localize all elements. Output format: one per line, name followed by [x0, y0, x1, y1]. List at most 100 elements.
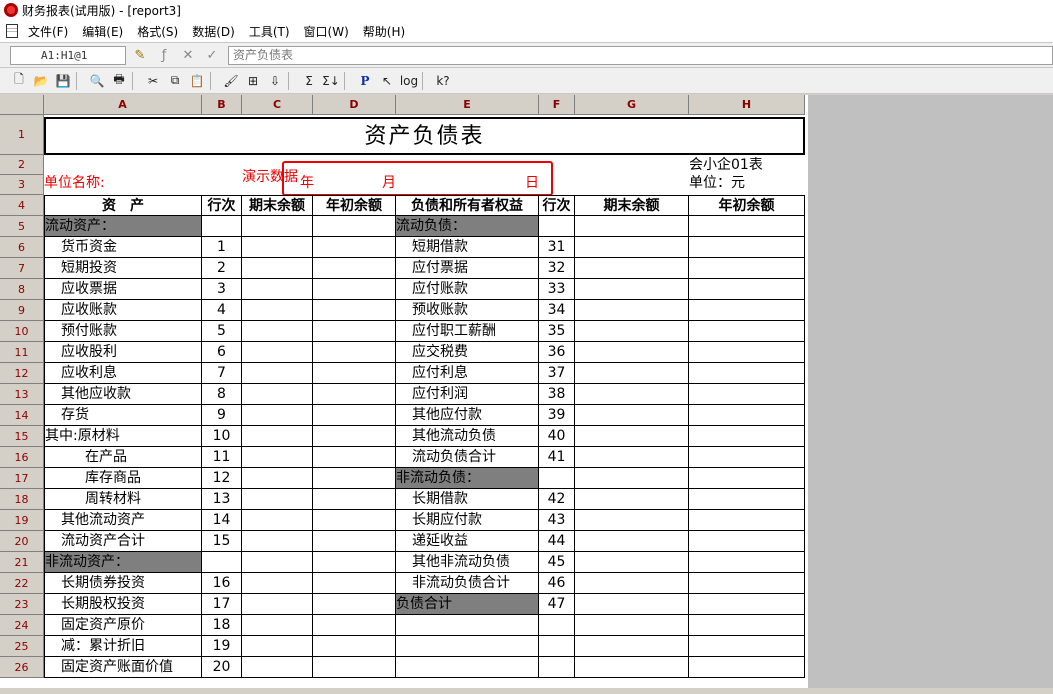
asset-end-balance[interactable]	[242, 321, 313, 342]
row-header-5[interactable]: 5	[0, 216, 44, 237]
asset-begin-balance[interactable]	[313, 552, 396, 573]
column-header-e[interactable]: E	[396, 95, 539, 115]
row-header-13[interactable]: 13	[0, 384, 44, 405]
sort-icon[interactable]: ⇩	[264, 70, 286, 92]
save-icon[interactable]: 💾	[52, 70, 74, 92]
column-header-g[interactable]: G	[575, 95, 689, 115]
asset-end-balance[interactable]	[242, 405, 313, 426]
asset-end-balance[interactable]	[242, 636, 313, 657]
asset-begin-balance[interactable]	[313, 573, 396, 594]
liability-end-balance[interactable]	[575, 300, 689, 321]
liability-begin-balance[interactable]	[689, 384, 805, 405]
liability-begin-balance[interactable]	[689, 594, 805, 615]
row-header-26[interactable]: 26	[0, 657, 44, 678]
liability-end-balance[interactable]	[575, 615, 689, 636]
liability-end-balance[interactable]	[575, 279, 689, 300]
liability-end-balance[interactable]	[575, 237, 689, 258]
row-header-8[interactable]: 8	[0, 279, 44, 300]
asset-begin-balance[interactable]	[313, 384, 396, 405]
log-button[interactable]: log	[398, 70, 420, 92]
column-header-f[interactable]: F	[539, 95, 575, 115]
asset-end-balance[interactable]	[242, 216, 313, 237]
row-header-18[interactable]: 18	[0, 489, 44, 510]
row-header-17[interactable]: 17	[0, 468, 44, 489]
asset-end-balance[interactable]	[242, 510, 313, 531]
liability-begin-balance[interactable]	[689, 426, 805, 447]
asset-end-balance[interactable]	[242, 363, 313, 384]
liability-end-balance[interactable]	[575, 489, 689, 510]
asset-end-balance[interactable]	[242, 300, 313, 321]
asset-end-balance[interactable]	[242, 468, 313, 489]
liability-end-balance[interactable]	[575, 531, 689, 552]
row-header-22[interactable]: 22	[0, 573, 44, 594]
row-header-23[interactable]: 23	[0, 594, 44, 615]
liability-begin-balance[interactable]	[689, 363, 805, 384]
asset-begin-balance[interactable]	[313, 510, 396, 531]
asset-begin-balance[interactable]	[313, 321, 396, 342]
menu-data[interactable]: 数据(D)	[192, 23, 235, 40]
liability-end-balance[interactable]	[575, 468, 689, 489]
new-file-icon[interactable]: 🗋	[8, 70, 30, 92]
row-header-24[interactable]: 24	[0, 615, 44, 636]
asset-begin-balance[interactable]	[313, 594, 396, 615]
asset-end-balance[interactable]	[242, 531, 313, 552]
menu-window[interactable]: 窗口(W)	[304, 23, 349, 40]
asset-end-balance[interactable]	[242, 615, 313, 636]
sheet-tab-bar[interactable]	[0, 688, 1053, 694]
liability-begin-balance[interactable]	[689, 531, 805, 552]
liability-end-balance[interactable]	[575, 447, 689, 468]
print-preview-icon[interactable]: 🔍	[86, 70, 108, 92]
asset-end-balance[interactable]	[242, 552, 313, 573]
asset-end-balance[interactable]	[242, 384, 313, 405]
row-header-10[interactable]: 10	[0, 321, 44, 342]
asset-end-balance[interactable]	[242, 447, 313, 468]
document-icon[interactable]	[6, 24, 18, 38]
row-header-25[interactable]: 25	[0, 636, 44, 657]
copy-icon[interactable]: ⧉	[164, 70, 186, 92]
row-header-7[interactable]: 7	[0, 258, 44, 279]
asset-begin-balance[interactable]	[313, 258, 396, 279]
asset-begin-balance[interactable]	[313, 363, 396, 384]
confirm-icon[interactable]: ✓	[202, 45, 222, 65]
row-header-16[interactable]: 16	[0, 447, 44, 468]
liability-begin-balance[interactable]	[689, 447, 805, 468]
liability-begin-balance[interactable]	[689, 552, 805, 573]
cell-reference-box[interactable]: A1:H1@1	[10, 45, 126, 65]
asset-begin-balance[interactable]	[313, 657, 396, 678]
asset-begin-balance[interactable]	[313, 216, 396, 237]
liability-end-balance[interactable]	[575, 321, 689, 342]
liability-begin-balance[interactable]	[689, 510, 805, 531]
liability-end-balance[interactable]	[575, 342, 689, 363]
asset-begin-balance[interactable]	[313, 237, 396, 258]
liability-begin-balance[interactable]	[689, 489, 805, 510]
liability-begin-balance[interactable]	[689, 405, 805, 426]
sum-down-icon[interactable]: Σ↓	[320, 70, 342, 92]
asset-end-balance[interactable]	[242, 237, 313, 258]
formula-input[interactable]: 资产负债表	[228, 45, 1053, 65]
row-header-1[interactable]: 1	[0, 115, 44, 155]
asset-begin-balance[interactable]	[313, 300, 396, 321]
corner-select-all[interactable]	[0, 95, 44, 115]
liability-end-balance[interactable]	[575, 573, 689, 594]
liability-end-balance[interactable]	[575, 510, 689, 531]
asset-end-balance[interactable]	[242, 594, 313, 615]
asset-end-balance[interactable]	[242, 258, 313, 279]
menu-edit[interactable]: 编辑(E)	[82, 23, 123, 40]
asset-begin-balance[interactable]	[313, 531, 396, 552]
edit-pencil-icon[interactable]: ✎	[130, 45, 150, 65]
function-icon[interactable]: ƒ	[154, 45, 174, 65]
asset-begin-balance[interactable]	[313, 426, 396, 447]
asset-end-balance[interactable]	[242, 426, 313, 447]
asset-begin-balance[interactable]	[313, 279, 396, 300]
asset-begin-balance[interactable]	[313, 489, 396, 510]
liability-end-balance[interactable]	[575, 636, 689, 657]
row-header-2[interactable]: 2	[0, 155, 44, 175]
liability-end-balance[interactable]	[575, 426, 689, 447]
format-painter-icon[interactable]: 🖌	[220, 70, 242, 92]
column-header-c[interactable]: C	[242, 95, 313, 115]
asset-begin-balance[interactable]	[313, 615, 396, 636]
liability-end-balance[interactable]	[575, 216, 689, 237]
asset-end-balance[interactable]	[242, 657, 313, 678]
liability-begin-balance[interactable]	[689, 237, 805, 258]
column-header-d[interactable]: D	[313, 95, 396, 115]
